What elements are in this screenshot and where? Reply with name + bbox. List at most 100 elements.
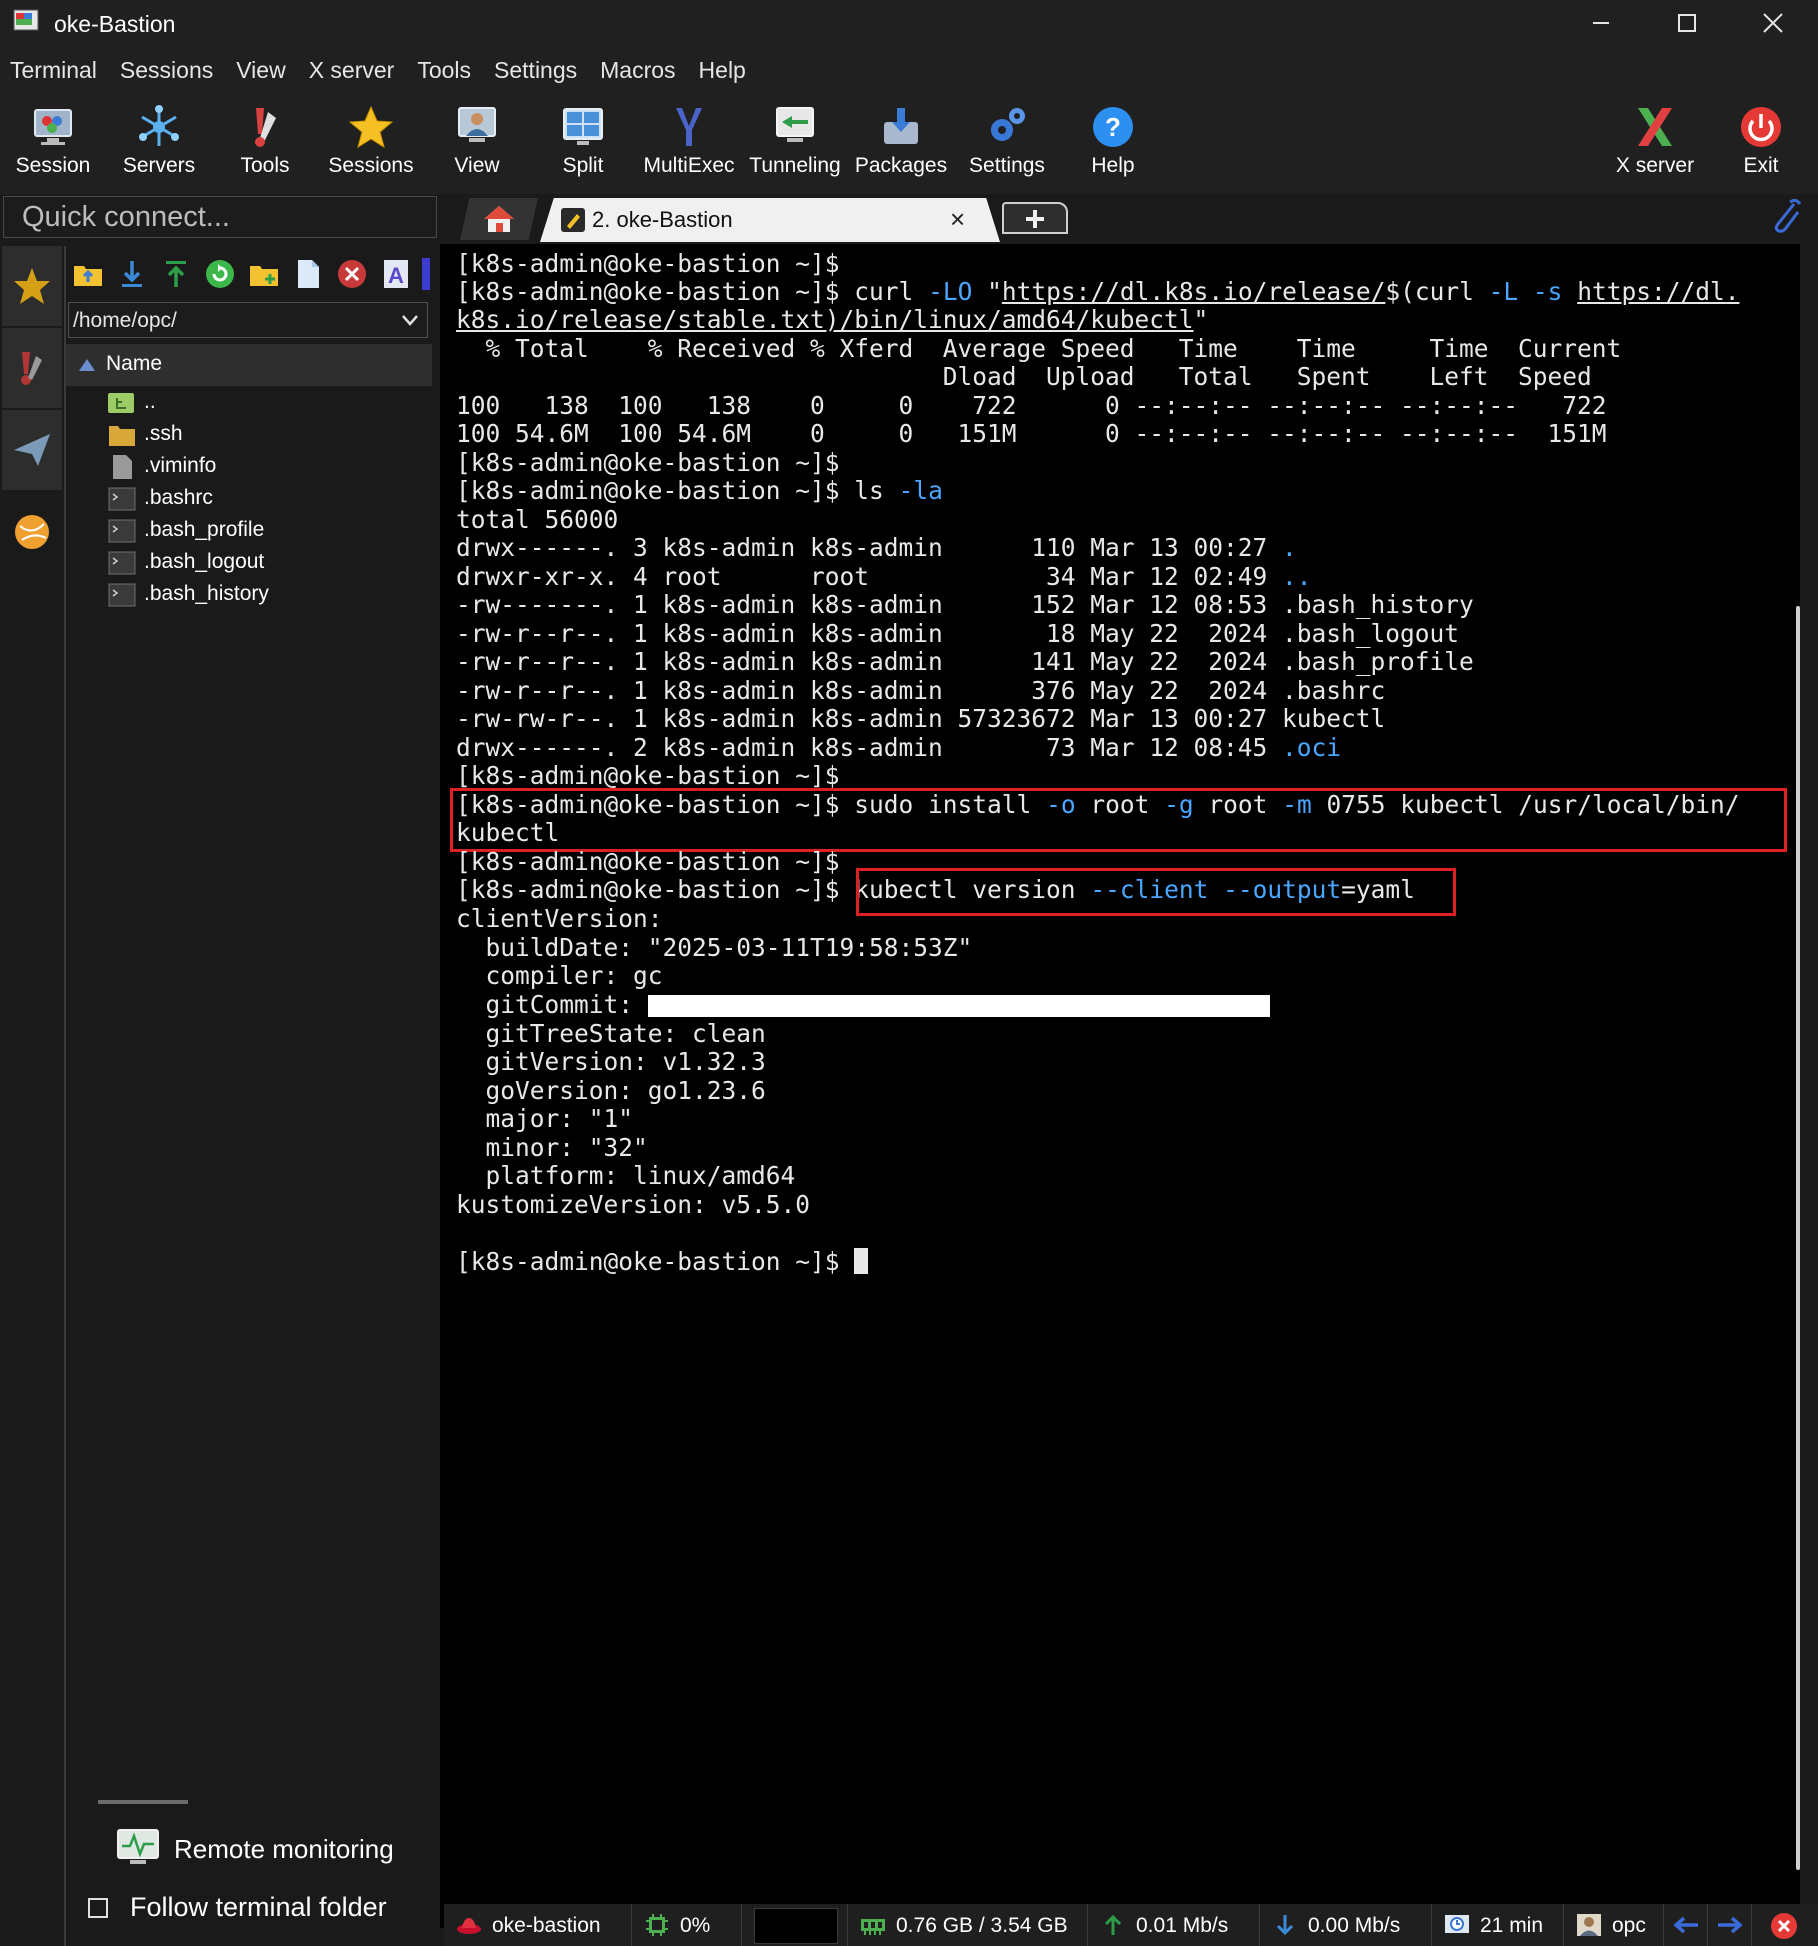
toolbar: Session Servers Tools Sessions View Spli… — [0, 94, 1818, 194]
close-window-button[interactable] — [1730, 0, 1816, 46]
file-list-header[interactable]: Name — [66, 344, 432, 386]
upload-icon[interactable] — [160, 258, 192, 290]
attachment-icon[interactable] — [1768, 198, 1802, 234]
sidetab-tools[interactable] — [2, 328, 62, 409]
next-session-button[interactable] — [1708, 1904, 1752, 1946]
menu-tools[interactable]: Tools — [407, 57, 484, 84]
maximize-button[interactable] — [1644, 0, 1730, 46]
follow-terminal-folder[interactable]: Follow terminal folder — [88, 1890, 418, 1930]
file-row[interactable]: .bash_profile — [108, 516, 428, 548]
terminal-line: 100 138 100 138 0 0 722 0 --:--:-- --:--… — [456, 391, 1607, 420]
menu-sessions[interactable]: Sessions — [110, 57, 226, 84]
file-row[interactable]: .ssh — [108, 420, 428, 452]
path-select[interactable]: /home/opc/ — [68, 302, 428, 338]
packages-icon — [884, 108, 918, 144]
menu-terminal[interactable]: Terminal — [0, 57, 110, 84]
home-tab[interactable] — [460, 198, 538, 240]
terminal-scrollbar[interactable] — [1796, 606, 1800, 1870]
terminal[interactable]: [k8s-admin@oke-bastion ~]$ [k8s-admin@ok… — [440, 244, 1800, 1928]
view-button[interactable]: View — [424, 94, 530, 194]
download-icon[interactable] — [116, 258, 148, 290]
sessions-button[interactable]: Sessions — [318, 94, 424, 194]
status-memory: 0.76 GB / 3.54 GB — [848, 1904, 1088, 1946]
menu-x-server[interactable]: X server — [299, 57, 408, 84]
remote-monitoring-button[interactable]: Remote monitoring — [116, 1828, 416, 1868]
status-bar: oke-bastion 0% 0.76 GB / 3.54 GB 0.01 Mb… — [444, 1904, 1818, 1946]
rename-icon[interactable]: A — [380, 258, 412, 290]
servers-button[interactable]: Servers — [106, 94, 212, 194]
uptime-label: 21 min — [1480, 1914, 1544, 1937]
file-row[interactable]: .bashrc — [108, 484, 428, 516]
ls-row: -rw-r--r--. 1 k8s-admin k8s-admin 141 Ma… — [456, 647, 1474, 676]
session-tab-icon — [561, 208, 585, 232]
refresh-icon[interactable] — [204, 258, 236, 290]
file-row[interactable]: .. — [108, 388, 428, 420]
file-row[interactable]: .bash_history — [108, 580, 428, 612]
new-file-icon[interactable] — [292, 258, 324, 290]
menu-bar: Terminal Sessions View X server Tools Se… — [0, 46, 1818, 94]
tab-oke-bastion[interactable]: 2. oke-Bastion × — [540, 198, 1000, 242]
yaml-line: gitCommit: — [456, 990, 648, 1019]
path-value: /home/opc/ — [73, 309, 177, 332]
previous-session-button[interactable] — [1664, 1904, 1708, 1946]
disconnect-button[interactable] — [1762, 1904, 1806, 1946]
maximize-icon — [1678, 14, 1696, 32]
tab-label: 2. oke-Bastion — [592, 207, 733, 232]
terminal-line: [k8s-admin@oke-bastion ~]$ ls -la — [456, 476, 943, 505]
cpu-label: 0% — [680, 1914, 711, 1937]
download-label: 0.00 Mb/s — [1308, 1914, 1401, 1937]
sidetab-macros[interactable] — [2, 410, 62, 491]
session-button[interactable]: Session — [0, 94, 106, 194]
redacted-git-commit — [648, 995, 1270, 1017]
multiexec-icon — [676, 108, 702, 146]
script-file-icon — [108, 487, 136, 511]
quick-connect-box — [3, 196, 437, 238]
host-label: oke-bastion — [492, 1914, 601, 1937]
help-button[interactable]: ? Help — [1060, 94, 1166, 194]
parent-folder-icon[interactable] — [72, 258, 104, 290]
menu-help[interactable]: Help — [689, 57, 759, 84]
exit-button[interactable]: Exit — [1708, 94, 1814, 194]
ls-row: drwx------. 3 k8s-admin k8s-admin 110 Ma… — [456, 533, 1297, 562]
menu-macros[interactable]: Macros — [590, 57, 688, 84]
new-folder-icon[interactable] — [248, 258, 280, 290]
panel-divider[interactable] — [98, 1800, 188, 1804]
tunneling-button[interactable]: Tunneling — [742, 94, 848, 194]
menu-settings[interactable]: Settings — [484, 57, 590, 84]
packages-button[interactable]: Packages — [848, 94, 954, 194]
yaml-line: kustomizeVersion: v5.5.0 — [456, 1190, 811, 1219]
window-title: oke-Bastion — [54, 11, 176, 37]
close-icon — [1763, 13, 1783, 33]
file-row[interactable]: .viminfo — [108, 452, 428, 484]
remote-monitoring-label: Remote monitoring — [174, 1834, 394, 1864]
tab-close-button[interactable]: × — [950, 204, 965, 235]
session-icon — [34, 109, 72, 145]
delete-icon[interactable] — [336, 258, 368, 290]
split-button[interactable]: Split — [530, 94, 636, 194]
terminal-line: [k8s-admin@oke-bastion ~]$ — [456, 761, 840, 790]
sidetab-sessions[interactable] — [2, 246, 62, 327]
close-session-icon — [1771, 1913, 1797, 1939]
name-column-header: Name — [106, 352, 163, 375]
tunneling-label: Tunneling — [749, 154, 841, 177]
sidetab-sftp[interactable] — [2, 492, 62, 573]
follow-folder-checkbox[interactable] — [88, 1898, 108, 1918]
toolbar-overflow[interactable] — [422, 258, 430, 290]
file-row[interactable]: .bash_logout — [108, 548, 428, 580]
terminal-line: k8s.io/release/stable.txt)/bin/linux/amd… — [456, 305, 1209, 334]
terminal-line: % Total % Received % Xferd Average Speed… — [456, 334, 1622, 363]
multiexec-button[interactable]: MultiExec — [636, 94, 742, 194]
quick-connect-input[interactable] — [4, 197, 436, 237]
tools-button[interactable]: Tools — [212, 94, 318, 194]
download-icon — [1276, 1915, 1294, 1936]
settings-button[interactable]: Settings — [954, 94, 1060, 194]
app-icon — [13, 9, 39, 31]
x-server-button[interactable]: X server — [1602, 94, 1708, 194]
new-tab-button[interactable] — [1002, 202, 1068, 234]
yaml-line: major: "1" — [456, 1104, 634, 1133]
minimize-button[interactable] — [1558, 0, 1644, 46]
menu-view[interactable]: View — [226, 57, 298, 84]
status-host[interactable]: oke-bastion — [444, 1904, 632, 1946]
help-icon: ? — [1093, 107, 1133, 147]
network-graph — [754, 1908, 838, 1944]
